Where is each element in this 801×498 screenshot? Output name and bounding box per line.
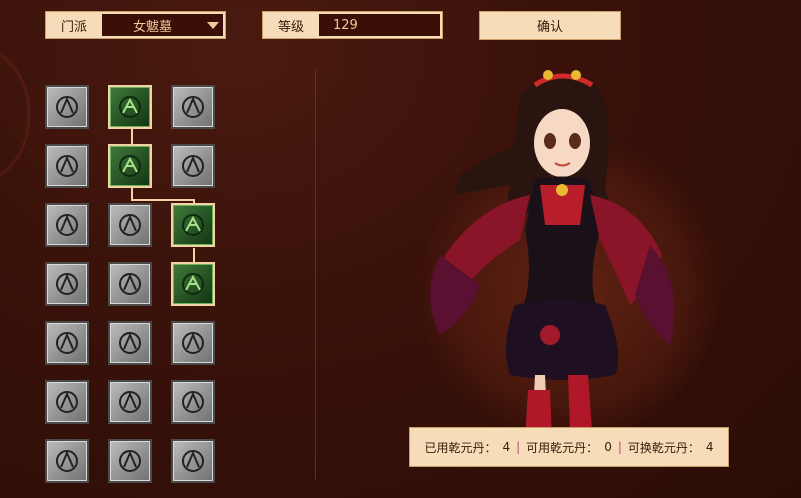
skill-slot[interactable] [108, 144, 152, 188]
skill-slot[interactable] [171, 144, 215, 188]
sect-select[interactable]: 门派 女魃墓 [45, 11, 226, 39]
confirm-button[interactable]: 确认 [479, 11, 621, 40]
ghost-skill-icon [182, 391, 204, 413]
level-field[interactable]: 等级 129 [262, 11, 443, 39]
skill-slot[interactable] [108, 380, 152, 424]
character-portrait [430, 70, 675, 440]
separator: | [516, 440, 521, 454]
skill-connector [131, 199, 194, 201]
dragon-skill-icon [119, 450, 141, 472]
slash-skill-icon [56, 332, 78, 354]
sect-label: 门派 [60, 19, 87, 35]
available-pill-value: 0 [604, 440, 612, 454]
exchangeable-pill-label: 可换乾元丹： [627, 440, 700, 455]
skill-slot[interactable] [171, 380, 215, 424]
skill-slot[interactable] [171, 439, 215, 483]
shatter-skill-icon [119, 391, 141, 413]
used-pill-value: 4 [502, 440, 511, 454]
used-pill-label: 已用乾元丹： [424, 440, 497, 455]
background-ornament [0, 40, 30, 190]
skill-slot[interactable] [171, 203, 215, 247]
skill-slot[interactable] [108, 321, 152, 365]
pill-info-bar: 已用乾元丹： 4 | 可用乾元丹： 0 | 可换乾元丹： 4 [409, 427, 729, 467]
spikes-skill-icon [182, 450, 204, 472]
dropdown-arrow-icon[interactable] [207, 22, 219, 29]
level-input[interactable]: 129 [319, 14, 440, 36]
exchangeable-pill-value: 4 [705, 440, 714, 454]
claw-skill-icon [56, 96, 78, 118]
vortex-skill-icon [56, 391, 78, 413]
snake-skill-icon [56, 450, 78, 472]
skill-slot[interactable] [45, 144, 89, 188]
serpent-skill-icon [56, 273, 78, 295]
skill-connector [131, 129, 133, 145]
skull-skill-icon [182, 214, 204, 236]
level-label: 等级 [277, 19, 304, 35]
skill-slot[interactable] [45, 380, 89, 424]
skill-slot[interactable] [171, 321, 215, 365]
skill-slot[interactable] [45, 85, 89, 129]
skill-slot[interactable] [108, 439, 152, 483]
swirl-skill-icon [182, 96, 204, 118]
available-pill-label: 可用乾元丹： [526, 440, 599, 455]
skill-connector [193, 248, 195, 263]
skill-slot[interactable] [171, 85, 215, 129]
fire-skill-icon [119, 214, 141, 236]
flame-skill-icon [182, 273, 204, 295]
skill-tree [45, 85, 220, 485]
splash-skill-icon [119, 332, 141, 354]
hand-skill-icon [119, 155, 141, 177]
sect-value[interactable]: 女魃墓 [102, 14, 223, 36]
demon-skill-icon [119, 96, 141, 118]
skill-slot[interactable] [45, 262, 89, 306]
toolbar: 门派 女魃墓 等级 129 确认 [0, 0, 801, 50]
blaze-skill-icon [182, 332, 204, 354]
skill-slot[interactable] [45, 439, 89, 483]
sword-skill-icon [182, 155, 204, 177]
skill-slot[interactable] [108, 203, 152, 247]
panel-divider [315, 70, 316, 480]
skill-slot[interactable] [45, 203, 89, 247]
beast-skill-icon [56, 155, 78, 177]
skill-slot[interactable] [108, 262, 152, 306]
separator: | [617, 440, 622, 454]
cage-skill-icon [119, 273, 141, 295]
skill-slot[interactable] [108, 85, 152, 129]
skill-slot[interactable] [171, 262, 215, 306]
eye-skill-icon [56, 214, 78, 236]
skill-slot[interactable] [45, 321, 89, 365]
